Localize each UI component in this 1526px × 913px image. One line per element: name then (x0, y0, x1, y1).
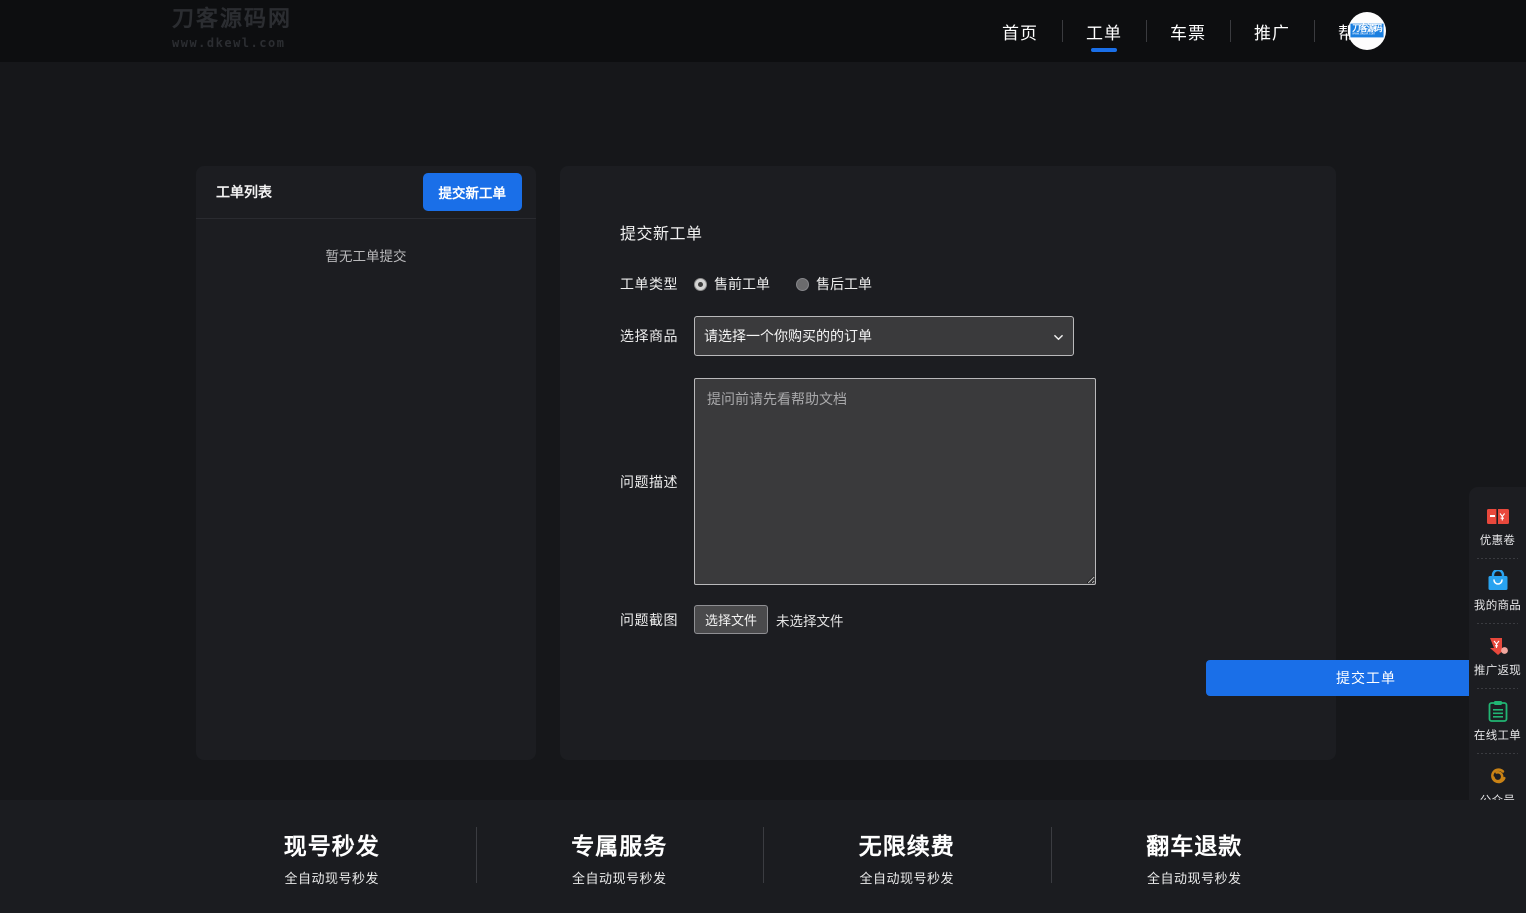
dock-item-coupon[interactable]: 优惠卷 (1469, 493, 1526, 558)
nav-item-tickets[interactable]: 工单 (1062, 0, 1146, 62)
ticket-type-radio-group: 售前工单 售后工单 (694, 274, 872, 294)
nav-item-promotion[interactable]: 推广 (1230, 0, 1314, 62)
footer-title: 专属服务 (476, 827, 764, 861)
site-logo[interactable]: 刀客源码网 www.dkewl.com (172, 9, 292, 49)
footer-subtitle: 全自动现号秒发 (1051, 868, 1339, 887)
nav-label: 车票 (1170, 19, 1206, 44)
choose-file-button[interactable]: 选择文件 (694, 605, 768, 634)
footer-subtitle: 全自动现号秒发 (188, 868, 476, 887)
ticket-type-row: 工单类型 售前工单 售后工单 (620, 274, 1336, 294)
radio-icon (796, 278, 809, 291)
radio-option-aftersale[interactable]: 售后工单 (796, 274, 872, 294)
nav-item-tickets-ticket[interactable]: 车票 (1146, 0, 1230, 62)
product-label: 选择商品 (620, 326, 694, 346)
description-row: 问题描述 (620, 378, 1336, 585)
dock-label: 在线工单 (1469, 727, 1526, 743)
cashback-arrow-icon (1469, 634, 1526, 658)
nav-item-home[interactable]: 首页 (978, 0, 1062, 62)
footer-subtitle: 全自动现号秒发 (476, 868, 764, 887)
avatar-logo-icon: 刀客源码 www.dkewl.com (1350, 24, 1383, 38)
dock-item-online-ticket[interactable]: 在线工单 (1469, 688, 1526, 753)
ticket-list-empty-text: 暂无工单提交 (196, 219, 536, 265)
file-status-text: 未选择文件 (776, 610, 844, 630)
footer-column: 无限续费 全自动现号秒发 (763, 823, 1051, 891)
dock-label: 我的商品 (1469, 597, 1526, 613)
spiral-icon (1469, 764, 1526, 788)
footer-column: 翻车退款 全自动现号秒发 (1051, 823, 1339, 891)
clipboard-icon (1469, 699, 1526, 723)
dock-item-my-products[interactable]: 我的商品 (1469, 558, 1526, 623)
ticket-list-header: 工单列表 提交新工单 (196, 166, 536, 219)
file-input-control: 选择文件 未选择文件 (694, 605, 844, 634)
shopping-bag-icon (1469, 569, 1526, 593)
logo-text-url: www.dkewl.com (172, 37, 292, 49)
product-select-wrapper: 请选择一个你购买的的订单 (694, 316, 1074, 356)
nav-label: 推广 (1254, 19, 1290, 44)
description-textarea[interactable] (694, 378, 1096, 585)
ticket-list-panel: 工单列表 提交新工单 暂无工单提交 (196, 166, 536, 760)
avatar-logo-sub: www.dkewl.com (1352, 34, 1381, 37)
footer-columns: 现号秒发 全自动现号秒发 专属服务 全自动现号秒发 无限续费 全自动现号秒发 翻… (188, 823, 1338, 891)
footer-title: 无限续费 (763, 827, 1051, 861)
main-navigation: 首页 工单 车票 推广 帮助 (978, 0, 1398, 62)
form-title: 提交新工单 (620, 220, 1336, 244)
screenshot-label: 问题截图 (620, 610, 694, 630)
site-header: 刀客源码网 www.dkewl.com 首页 工单 车票 推广 帮助 刀客源码 … (0, 0, 1526, 62)
radio-icon (694, 278, 707, 291)
screenshot-row: 问题截图 选择文件 未选择文件 (620, 605, 1336, 634)
footer-title: 现号秒发 (188, 827, 476, 861)
description-label: 问题描述 (620, 472, 694, 492)
nav-label: 工单 (1086, 19, 1122, 44)
logo-text-cn: 刀客源码网 (172, 9, 292, 31)
product-select[interactable]: 请选择一个你购买的的订单 (694, 316, 1074, 356)
coupon-icon (1469, 504, 1526, 528)
dock-label: 推广返现 (1469, 662, 1526, 678)
radio-label: 售后工单 (816, 274, 872, 294)
avatar[interactable]: 刀客源码 www.dkewl.com (1348, 12, 1386, 50)
main-content: 工单列表 提交新工单 暂无工单提交 提交新工单 工单类型 售前工单 售后工单 选… (0, 62, 1526, 800)
ticket-type-label: 工单类型 (620, 274, 694, 294)
footer-column: 现号秒发 全自动现号秒发 (188, 823, 476, 891)
ticket-list-title: 工单列表 (216, 182, 272, 202)
nav-label: 首页 (1002, 19, 1038, 44)
new-ticket-form-panel: 提交新工单 工单类型 售前工单 售后工单 选择商品 请选择一个你购买的的订单 (560, 166, 1336, 760)
radio-option-presale[interactable]: 售前工单 (694, 274, 770, 294)
footer-column: 专属服务 全自动现号秒发 (476, 823, 764, 891)
dock-label: 优惠卷 (1469, 532, 1526, 548)
site-footer: 现号秒发 全自动现号秒发 专属服务 全自动现号秒发 无限续费 全自动现号秒发 翻… (0, 800, 1526, 913)
footer-subtitle: 全自动现号秒发 (763, 868, 1051, 887)
new-ticket-button[interactable]: 提交新工单 (423, 173, 523, 211)
radio-label: 售前工单 (714, 274, 770, 294)
product-row: 选择商品 请选择一个你购买的的订单 (620, 316, 1336, 356)
footer-title: 翻车退款 (1051, 827, 1339, 861)
dock-item-cashback[interactable]: 推广返现 (1469, 623, 1526, 688)
